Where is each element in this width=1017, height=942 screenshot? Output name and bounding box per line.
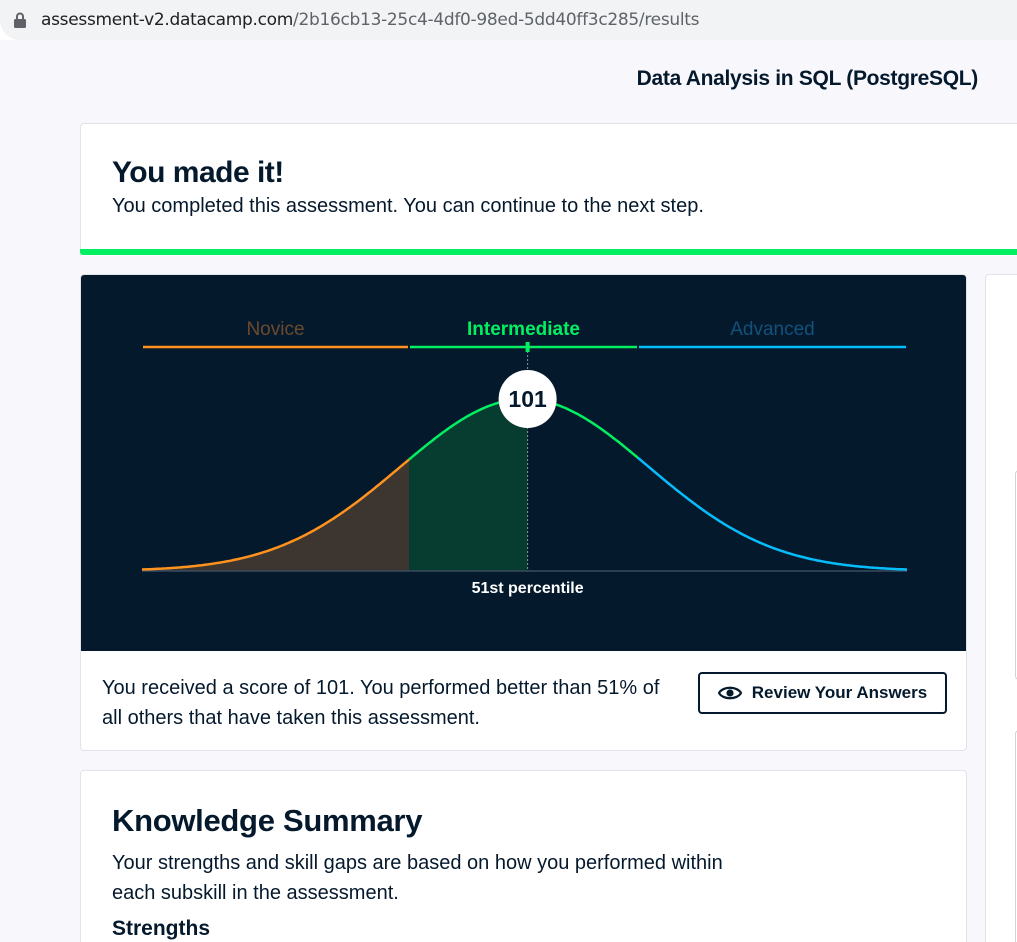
knowledge-heading: Knowledge Summary (112, 803, 423, 838)
percentile-label: 51st percentile (472, 580, 584, 597)
lock-icon (14, 12, 26, 28)
strengths-heading: Strengths (112, 917, 211, 940)
completion-banner: You made it! You completed this assessme… (80, 123, 1017, 256)
side-panel-card (985, 274, 1017, 942)
review-answers-button[interactable]: Review Your Answers (698, 672, 947, 714)
intermediate-area (409, 399, 528, 571)
eye-icon (717, 686, 742, 700)
level-label-advanced: Advanced (730, 319, 815, 340)
score-card: Novice Intermediate Advanced 101 51st percen… (80, 274, 967, 751)
score-distribution-chart: Novice Intermediate Advanced 101 51st percen… (81, 275, 966, 651)
knowledge-description: Your strengths and skill gaps are based … (112, 852, 723, 904)
score-tick (525, 342, 530, 352)
banner-heading: You made it! (112, 156, 284, 189)
address-bar-field[interactable]: assessment-v2.datacamp.com/2b16cb13-25c4… (0, 0, 1017, 40)
level-label-intermediate: Intermediate (467, 319, 580, 340)
banner-accent-bar (80, 249, 1017, 255)
url-host: assessment-v2.datacamp.com (41, 10, 294, 30)
novice-area (142, 459, 409, 571)
score-summary-text: You received a score of 101. You perform… (102, 677, 660, 729)
browser-address-bar[interactable]: assessment-v2.datacamp.com/2b16cb13-25c4… (0, 0, 1017, 40)
banner-message: You completed this assessment. You can c… (112, 195, 704, 217)
distribution-svg: Novice Intermediate Advanced 101 51st percen… (141, 319, 907, 597)
url-path: /2b16cb13-25c4-4df0-98ed-5dd40ff3c285/re… (293, 10, 700, 30)
review-answers-label: Review Your Answers (751, 683, 928, 702)
score-value: 101 (508, 386, 547, 412)
advanced-curve (637, 456, 907, 571)
page-title: Data Analysis in SQL (PostgreSQL) (636, 67, 979, 90)
url-text[interactable]: assessment-v2.datacamp.com/2b16cb13-25c4… (41, 10, 700, 30)
level-label-novice: Novice (246, 319, 304, 340)
knowledge-summary-card: Knowledge Summary Your strengths and ski… (80, 770, 967, 942)
